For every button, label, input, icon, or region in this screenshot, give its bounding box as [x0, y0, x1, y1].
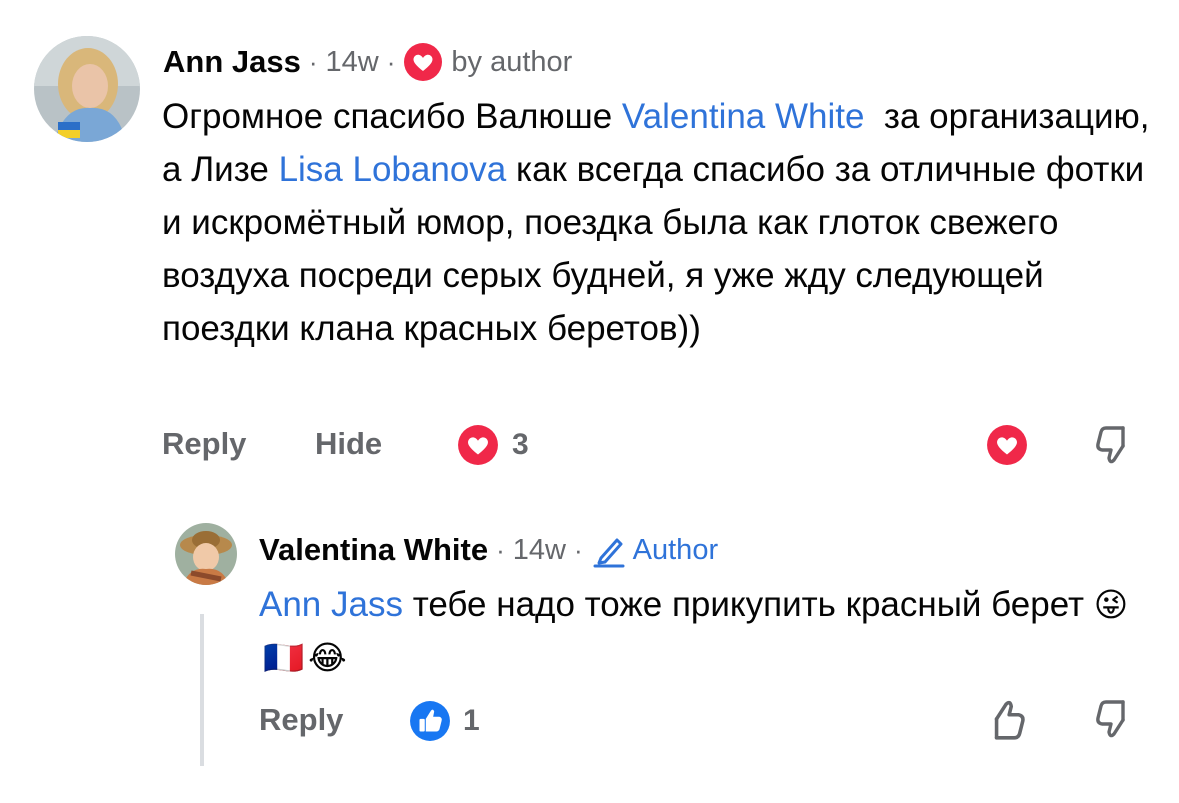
- comment-header: Ann Jass · 14w · by author: [163, 40, 572, 84]
- timestamp[interactable]: 14w: [513, 534, 566, 567]
- thumbs-down-icon[interactable]: [1094, 698, 1134, 745]
- comment-body: Огромное спасибо Валюше Valentina White …: [162, 90, 1162, 355]
- mention-valentina-white[interactable]: Valentina White: [622, 97, 865, 136]
- thumbs-down-icon[interactable]: [1094, 424, 1134, 471]
- comment-actions: Reply Hide 3: [162, 422, 1142, 468]
- avatar[interactable]: [175, 523, 237, 585]
- comment-text: Огромное спасибо Валюше: [162, 97, 622, 136]
- separator: ·: [496, 534, 505, 565]
- comment-actions: Reply 1: [259, 698, 1144, 744]
- author-badge: Author: [632, 533, 719, 566]
- emoji-flag-france: 🇫🇷: [263, 639, 305, 676]
- heart-icon: [403, 42, 443, 82]
- reaction-count[interactable]: 1: [463, 704, 480, 738]
- thread-line: [200, 614, 204, 766]
- mention-lisa-lobanova[interactable]: Lisa Lobanova: [279, 150, 507, 189]
- thumbs-up-icon[interactable]: [409, 700, 451, 747]
- emoji-wink-tongue: 😜: [1093, 586, 1129, 623]
- timestamp[interactable]: 14w: [326, 46, 379, 79]
- avatar[interactable]: [34, 36, 140, 142]
- comment-header: Valentina White · 14w · Author: [259, 528, 718, 572]
- hide-button[interactable]: Hide: [315, 426, 382, 462]
- heart-icon[interactable]: [986, 424, 1028, 471]
- author-name[interactable]: Ann Jass: [163, 44, 301, 80]
- author-name[interactable]: Valentina White: [259, 532, 488, 568]
- heart-icon[interactable]: [457, 424, 499, 471]
- pencil-icon: [591, 532, 627, 568]
- mention-ann-jass[interactable]: Ann Jass: [259, 585, 403, 624]
- reaction-count[interactable]: 3: [512, 428, 529, 462]
- thumbs-up-icon[interactable]: [985, 698, 1027, 747]
- separator: ·: [386, 46, 396, 77]
- loved-by-author-label: by author: [451, 45, 573, 78]
- reply-button[interactable]: Reply: [162, 426, 246, 462]
- comment-text: тебе надо тоже прикупить красный берет: [402, 585, 1094, 624]
- reply-button[interactable]: Reply: [259, 702, 343, 738]
- emoji-laughing: 😂: [308, 639, 347, 676]
- comment-body: Ann Jass тебе надо тоже прикупить красны…: [259, 578, 1159, 684]
- separator: ·: [573, 534, 583, 565]
- separator: ·: [308, 46, 318, 77]
